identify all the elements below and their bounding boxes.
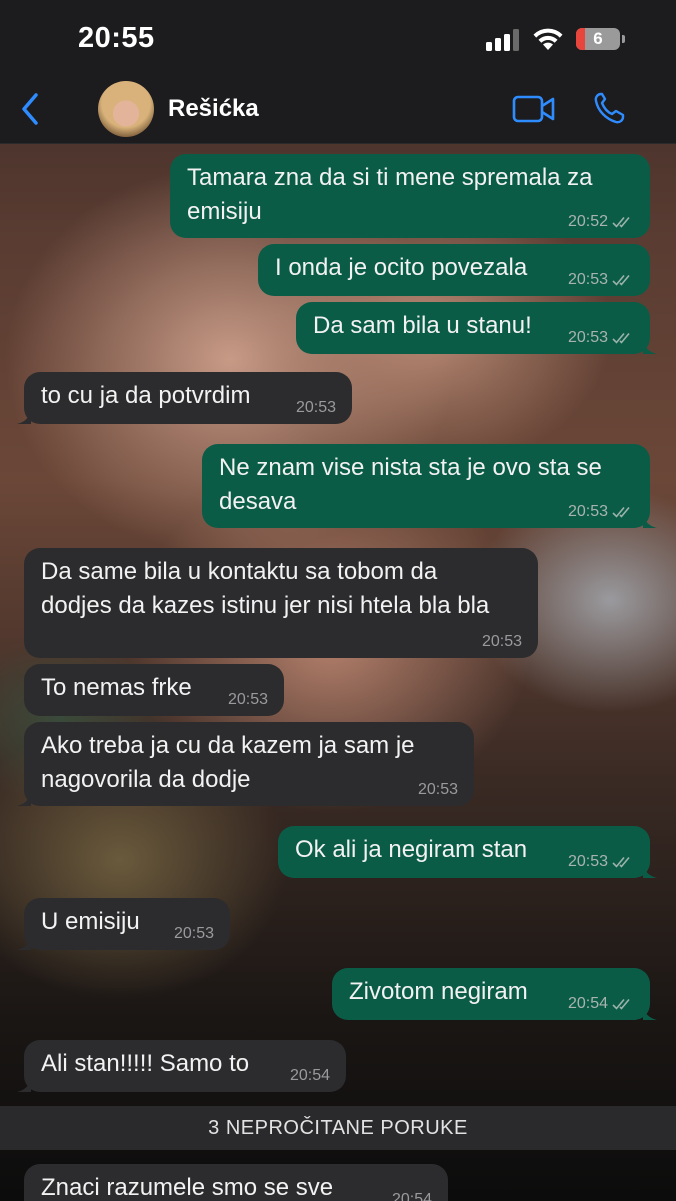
bubble-tail [643, 340, 657, 354]
double-check-icon [612, 216, 630, 228]
message-text: Da same bila u kontaktu sa tobom da dodj… [41, 558, 490, 619]
message-bubble-outgoing[interactable]: Tamara zna da si ti mene spremala za emi… [170, 154, 650, 238]
message-bubble-outgoing[interactable]: Ok ali ja negiram stan 20:53 [278, 826, 657, 878]
contact-name[interactable]: Rešićka [168, 95, 259, 123]
message-text: Znaci razumele smo se sve [41, 1174, 334, 1201]
battery-tip [622, 35, 625, 43]
bubble-tail [17, 936, 31, 950]
message-meta: 20:53 [568, 270, 634, 290]
message-time: 20:53 [567, 503, 608, 520]
message-time: 20:53 [227, 691, 268, 708]
message-bubble-incoming[interactable]: To nemas frke 20:53 [24, 664, 284, 716]
message-bubble-incoming[interactable]: Znaci razumele smo se sve 20:54 [24, 1164, 448, 1201]
message-time: 20:53 [567, 329, 608, 346]
message-bubble-incoming[interactable]: Ali stan!!!!! Samo to 20:54 [17, 1040, 346, 1092]
status-time: 20:55 [78, 22, 155, 54]
message-bubble-outgoing[interactable]: Da sam bila u stanu! 20:53 [296, 302, 657, 354]
double-check-icon [612, 856, 630, 868]
bubble-tail [17, 792, 31, 806]
message-meta: 20:52 [568, 212, 634, 232]
bubble-tail [643, 1006, 657, 1020]
wifi-icon [533, 28, 563, 50]
message-bubble-incoming[interactable]: Da same bila u kontaktu sa tobom da dodj… [24, 548, 538, 658]
message-text: Ali stan!!!!! Samo to [41, 1050, 250, 1077]
bubble-tail [643, 864, 657, 878]
message-text: Ako treba ja cu da kazem ja sam je nagov… [41, 732, 415, 793]
message-time: 20:53 [173, 925, 214, 942]
message-bubble-outgoing[interactable]: I onda je ocito povezala 20:53 [258, 244, 650, 296]
bubble-tail [17, 410, 31, 424]
message-bubble-outgoing[interactable]: Ne znam vise nista sta je ovo sta se des… [202, 444, 657, 528]
message-time: 20:54 [289, 1067, 330, 1084]
message-time: 20:53 [417, 781, 458, 798]
battery-level: 6 [593, 29, 603, 48]
double-check-icon [612, 506, 630, 518]
double-check-icon [612, 274, 630, 286]
bubble-tail [643, 514, 657, 528]
message-meta: 20:53 [568, 328, 634, 348]
message-bubble-incoming[interactable]: to cu ja da potvrdim 20:53 [17, 372, 352, 424]
double-check-icon [612, 998, 630, 1010]
message-meta: 20:53 [568, 502, 634, 522]
message-time: 20:52 [567, 213, 608, 230]
back-chevron-icon[interactable] [16, 91, 46, 127]
message-time: 20:53 [567, 853, 608, 870]
message-time: 20:53 [295, 399, 336, 416]
status-bar: 20:55 6 [0, 0, 676, 75]
contact-avatar[interactable] [98, 81, 154, 137]
cellular-signal-icon [486, 29, 520, 51]
message-meta: 20:54 [568, 994, 634, 1014]
message-time: 20:54 [567, 995, 608, 1012]
battery-icon: 6 [576, 28, 620, 50]
message-bubble-incoming[interactable]: Ako treba ja cu da kazem ja sam je nagov… [17, 722, 474, 806]
chat-screen: 20:55 6 Rešićka Tamara zna da si ti mene… [0, 0, 676, 1201]
message-meta: 20:53 [568, 852, 634, 872]
bubble-tail [17, 1078, 31, 1092]
chat-header: Rešićka [0, 75, 676, 144]
message-text: to cu ja da potvrdim [41, 382, 251, 409]
video-call-icon[interactable] [512, 94, 556, 124]
message-time: 20:53 [481, 633, 522, 650]
double-check-icon [612, 332, 630, 344]
message-text: Tamara zna da si ti mene spremala za emi… [187, 164, 593, 225]
phone-call-icon[interactable] [592, 91, 626, 127]
message-time: 20:53 [567, 271, 608, 288]
message-bubble-incoming[interactable]: U emisiju 20:53 [17, 898, 230, 950]
unread-messages-banner: 3 NEPROČITANE PORUKE [0, 1106, 676, 1150]
message-time: 20:54 [391, 1191, 432, 1201]
message-bubble-outgoing[interactable]: Zivotom negiram 20:54 [332, 968, 657, 1020]
